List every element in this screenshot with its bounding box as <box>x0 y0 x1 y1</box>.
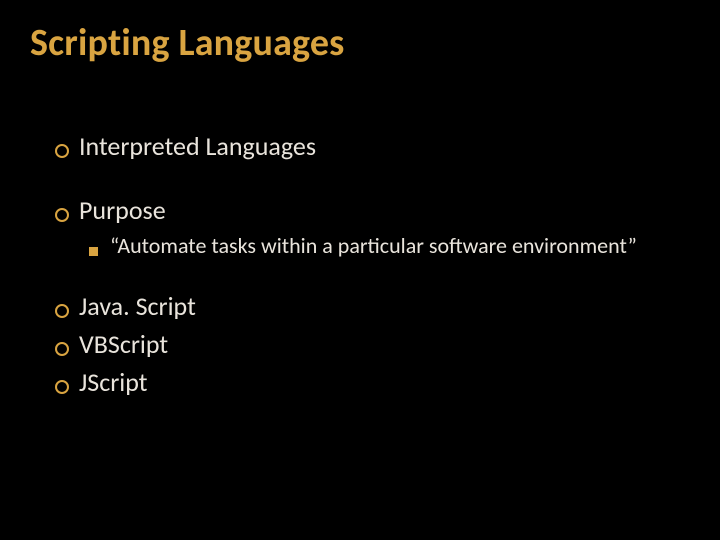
bullet-vbscript: VBScript <box>55 328 680 360</box>
bullet-jscript: JScript <box>55 366 680 398</box>
slide-title: Scripting Languages <box>30 20 345 66</box>
slide-body: Interpreted Languages Purpose “Automate … <box>0 100 720 540</box>
circle-bullet-icon <box>55 380 69 394</box>
circle-bullet-icon <box>55 208 69 222</box>
slide: Scripting Languages Interpreted Language… <box>0 0 720 540</box>
subbullet-text: “Automate tasks within a particular soft… <box>110 232 637 260</box>
bullet-text: Purpose <box>79 194 166 226</box>
circle-bullet-icon <box>55 342 69 356</box>
circle-bullet-icon <box>55 304 69 318</box>
spacer <box>55 168 680 194</box>
bullet-text: Java. Script <box>79 290 196 322</box>
subbullet-purpose-quote: “Automate tasks within a particular soft… <box>89 232 680 260</box>
circle-bullet-icon <box>55 144 69 158</box>
spacer <box>55 264 680 290</box>
title-band: Scripting Languages <box>0 0 720 100</box>
bullet-javascript: Java. Script <box>55 290 680 322</box>
square-bullet-icon <box>89 247 98 256</box>
bullet-text: JScript <box>79 366 148 398</box>
bullet-purpose: Purpose <box>55 194 680 226</box>
bullet-text: VBScript <box>79 328 168 360</box>
bullet-text: Interpreted Languages <box>79 130 316 162</box>
bullet-interpreted: Interpreted Languages <box>55 130 680 162</box>
